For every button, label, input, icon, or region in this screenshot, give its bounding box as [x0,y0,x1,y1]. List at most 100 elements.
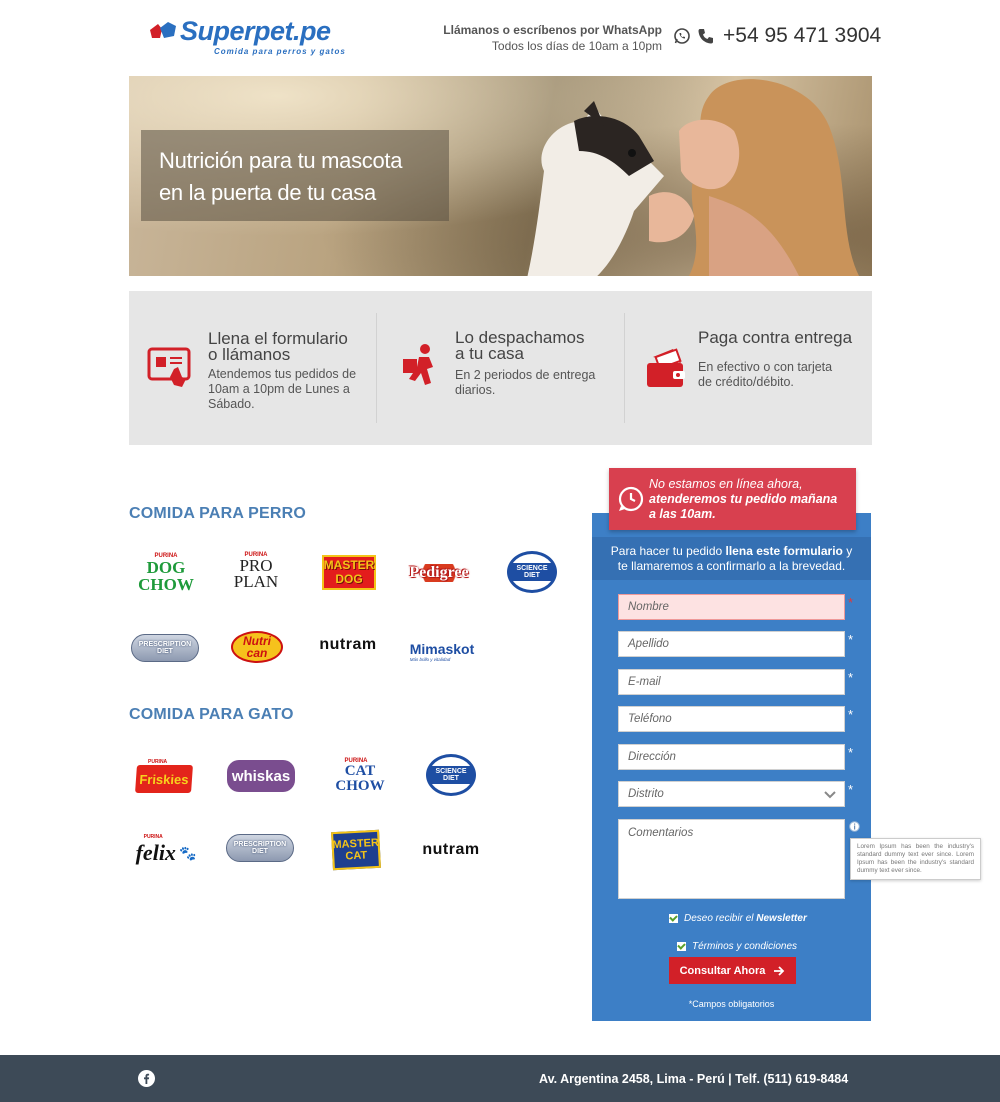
brand-whiskas[interactable]: whiskas [221,751,301,801]
brand-master-dog-text: MASTER DOG [322,554,376,590]
paw-icon: 🐾 [178,844,197,861]
phone-block[interactable]: +54 95 471 3904 [673,22,881,50]
brand-prescription-text: PRESCRIPTION DIET [131,634,199,662]
phone-number[interactable]: +54 95 471 3904 [723,24,881,48]
brand-science-diet-text: SCIENCE DIET [510,563,554,581]
info-icon[interactable] [849,821,860,832]
dog-section-title: COMIDA PARA PERRO [129,505,307,522]
step-1-title-2: o llámanos [208,345,291,364]
terms-checkbox-row[interactable]: Términos y condiciones [677,941,797,952]
step-2-desc-2: diarios. [455,383,496,397]
form-intro: Para hacer tu pedido llena este formular… [592,537,871,580]
required-mark: * [848,595,854,610]
brand-nutri-can[interactable]: Nutri can [217,622,297,672]
form-tablet-icon [147,347,191,387]
page: Superpet.pe Comida para perros y gatos L… [0,0,1000,1102]
brand-prescription-diet-cat[interactable]: PRESCRIPTION DIET [220,823,300,873]
brand-pro-plan[interactable]: PURINA PRO PLAN [216,546,296,596]
hero-line-2: en la puerta de tu casa [159,180,376,205]
step-2-desc-1: En 2 periodos de entrega [455,368,596,382]
hero-caption: Nutrición para tu mascota en la puerta d… [141,130,449,221]
delivery-runner-icon [403,344,433,385]
hero-banner: Nutrición para tu mascota en la puerta d… [129,76,872,276]
brand-felix-text: felix [135,840,176,865]
email-field[interactable]: E-mail [618,669,845,695]
logo[interactable]: Superpet.pe Comida para perros y gatos [148,16,348,60]
step-payment: Paga contra entrega En efectivo o con ta… [625,291,872,445]
brand-pedigree[interactable]: Pedigree [399,548,479,598]
whatsapp-icon[interactable] [673,27,691,45]
brand-dog-chow-text: DOG CHOW [138,558,194,594]
brand-friskies-text: Friskies [135,765,193,793]
brand-prescription-text: PRESCRIPTION DIET [226,834,294,862]
first-name-field[interactable]: Nombre [618,594,845,620]
terms-label[interactable]: Términos y condiciones [692,941,797,952]
step-form: Llena el formulario o llámanos Atendemos… [129,291,376,445]
brand-master-cat-text: MASTER CAT [331,829,381,871]
brand-pedigree-text: Pedigree [409,564,469,582]
brand-nutram-text: nutram [319,636,377,653]
comments-textarea[interactable]: Comentarios [618,819,845,899]
logo-tagline: Comida para perros y gatos [214,47,346,56]
submit-button[interactable]: Consultar Ahora [669,957,796,984]
brand-nutri-can-text: Nutri can [231,631,283,663]
brand-nutram-text: nutram [422,841,480,858]
brand-nutram-cat[interactable]: nutram [411,825,491,875]
brand-science-diet-cat[interactable]: SCIENCE DIET [411,750,491,800]
clock-phone-icon [618,486,644,512]
notice-text: No estamos en línea ahora, atenderemos t… [649,477,838,521]
brand-prescription-diet-dog[interactable]: PRESCRIPTION DIET [125,623,205,673]
brand-mimaskot-tag: Más brillo y vitalidad [409,656,451,662]
brand-nutram-dog[interactable]: nutram [308,620,388,670]
contact-line-2: Todos los días de 10am a 10pm [491,39,662,53]
logo-text: Superpet.pe [180,16,331,46]
required-mark: * [848,632,854,647]
newsletter-checkbox[interactable] [669,914,678,923]
hero-line-1: Nutrición para tu mascota [159,148,403,173]
required-mark: * [848,670,854,685]
contact-line-1: Llámanos o escríbenos por WhatsApp [443,23,662,37]
woman-illustration [649,79,859,276]
brand-dog-chow[interactable]: PURINA DOG CHOW [126,548,206,598]
address-field[interactable]: Dirección [618,744,845,770]
last-name-field[interactable]: Apellido [618,631,845,657]
brand-felix[interactable]: PURINA felix 🐾 [126,825,206,875]
brand-cat-chow-text: CAT CHOW [335,763,385,794]
brand-science-diet-text: SCIENCE DIET [429,766,473,784]
facebook-icon[interactable] [138,1070,155,1087]
chevron-down-icon [824,791,836,799]
phone-field[interactable]: Teléfono [618,706,845,732]
comments-tooltip: Lorem Ipsum has been the industry's stan… [850,838,981,880]
brand-cat-chow[interactable]: PURINA CAT CHOW [320,751,400,801]
phone-icon[interactable] [697,27,715,45]
required-mark: * [848,707,854,722]
terms-checkbox[interactable] [677,942,686,951]
brand-mimaskot[interactable]: Mimaskot Más brillo y vitalidad [402,626,482,676]
step-delivery: Lo despachamos a tu casa En 2 periodos d… [377,291,624,445]
wallet-cash-icon [647,348,685,387]
step-2-title-2: a tu casa [455,344,524,363]
district-select-value: Distrito [628,788,664,800]
step-3-desc-1: En efectivo o con tarjeta [698,360,833,374]
brand-friskies[interactable]: PURINA Friskies [124,751,204,801]
required-note: *Campos obligatorios [688,999,775,1009]
brand-master-dog[interactable]: MASTER DOG [309,547,389,597]
newsletter-checkbox-row[interactable]: Deseo recibir el Newsletter [669,913,807,924]
brand-master-cat[interactable]: MASTER CAT [316,825,396,875]
brand-mimaskot-text: Mimaskot [409,640,475,657]
offline-notice: No estamos en línea ahora, atenderemos t… [609,468,856,530]
brand-whiskas-text: whiskas [227,760,295,792]
step-3-title-1: Paga contra entrega [698,328,853,347]
step-3-desc-2: de crédito/débito. [698,375,794,389]
brand-science-diet-dog[interactable]: SCIENCE DIET [492,547,572,597]
footer-address: Av. Argentina 2458, Lima - Perú | Telf. … [539,1072,849,1086]
submit-label: Consultar Ahora [679,964,766,977]
step-1-desc-3: Sábado. [208,397,255,411]
required-mark: * [848,745,854,760]
step-1-desc-1: Atendemos tus pedidos de [208,367,357,381]
cat-section-title: COMIDA PARA GATO [129,706,294,723]
steps-section: Llena el formulario o llámanos Atendemos… [129,291,872,445]
district-select[interactable]: Distrito [618,781,845,807]
brand-pro-plan-text: PRO PLAN [233,556,279,591]
arrow-right-icon [774,965,785,976]
